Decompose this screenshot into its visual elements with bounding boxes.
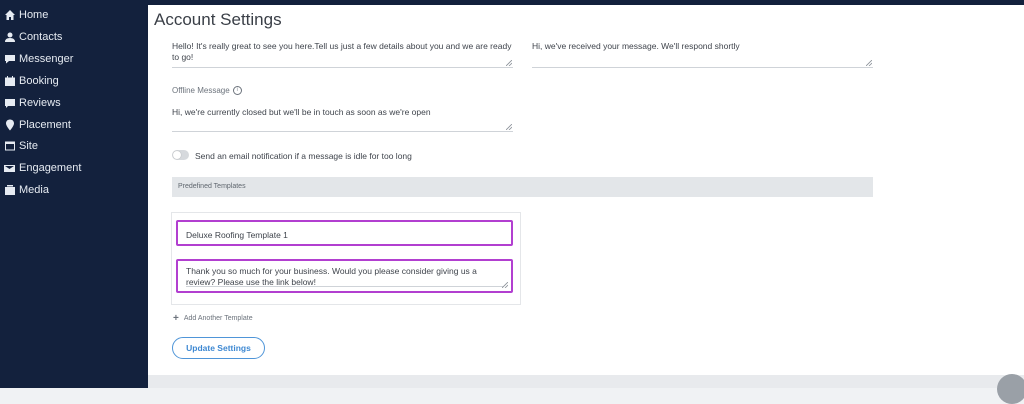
resize-grip-icon[interactable]: [506, 124, 512, 130]
page-header: Account Settings: [148, 5, 1024, 37]
placement-icon: [3, 119, 16, 132]
received-message-field[interactable]: Hi, we've received your message. We'll r…: [532, 41, 873, 68]
sidebar-item-label: Media: [19, 184, 49, 196]
home-icon: [3, 9, 16, 22]
template-body-textarea[interactable]: Thank you so much for your business. Wou…: [176, 259, 513, 293]
info-icon[interactable]: i: [232, 86, 242, 96]
offline-message-field[interactable]: Hi, we're currently closed but we'll be …: [172, 107, 513, 132]
toggle-knob: [173, 151, 181, 159]
site-icon: [3, 140, 16, 153]
template-name-input[interactable]: Deluxe Roofing Template 1: [176, 220, 513, 246]
received-message-text: Hi, we've received your message. We'll r…: [532, 41, 740, 51]
sidebar-item-messenger[interactable]: Messenger: [3, 51, 73, 67]
footer-strip: [148, 375, 1024, 388]
sidebar-item-label: Engagement: [19, 162, 82, 174]
booking-icon: [3, 75, 16, 88]
engagement-icon: [3, 162, 16, 175]
field-underline: [186, 286, 503, 287]
resize-grip-icon[interactable]: [506, 60, 512, 66]
messenger-icon: [3, 53, 16, 66]
sidebar-item-contacts[interactable]: Contacts: [3, 29, 62, 45]
sidebar-item-home[interactable]: Home: [3, 7, 48, 23]
add-template-label: Add Another Template: [183, 315, 253, 322]
template-card: Deluxe Roofing Template 1 Thank you so m…: [171, 212, 521, 305]
sidebar-item-placement[interactable]: Placement: [3, 117, 71, 133]
template-body-text: Thank you so much for your business. Wou…: [186, 266, 477, 287]
offline-message-text: Hi, we're currently closed but we'll be …: [172, 107, 431, 117]
sidebar-item-label: Contacts: [19, 31, 63, 43]
email-notification-toggle[interactable]: [172, 150, 189, 160]
template-name-text: Deluxe Roofing Template 1: [186, 230, 288, 240]
sidebar-item-label: Home: [19, 9, 49, 21]
update-settings-button[interactable]: Update Settings: [172, 337, 265, 359]
offline-message-label: Offline Message i: [172, 86, 242, 96]
sidebar-item-label: Placement: [19, 119, 71, 131]
email-notification-label: Send an email notification if a message …: [195, 151, 412, 161]
predefined-templates-header: Predefined Templates: [172, 177, 873, 197]
sidebar-item-label: Messenger: [19, 53, 74, 65]
settings-panel: Hello! It's really great to see you here…: [148, 37, 1024, 375]
sidebar-item-reviews[interactable]: Reviews: [3, 95, 61, 111]
sidebar: Home Contacts Messenger Booking Reviews …: [0, 0, 148, 388]
resize-grip-icon[interactable]: [866, 60, 872, 66]
sidebar-item-engagement[interactable]: Engagement: [3, 160, 81, 176]
sidebar-item-site[interactable]: Site: [3, 138, 38, 154]
welcome-message-text: Hello! It's really great to see you here…: [172, 41, 512, 62]
plus-icon: +: [173, 313, 179, 324]
sidebar-item-label: Reviews: [19, 97, 61, 109]
sidebar-item-media[interactable]: Media: [3, 182, 49, 198]
page-title: Account Settings: [154, 10, 282, 29]
welcome-message-field[interactable]: Hello! It's really great to see you here…: [172, 41, 513, 68]
resize-grip-icon[interactable]: [502, 282, 508, 288]
media-icon: [3, 184, 16, 197]
section-title: Predefined Templates: [178, 183, 246, 190]
sidebar-item-label: Booking: [19, 75, 59, 87]
scroll-to-top-button[interactable]: [997, 374, 1024, 404]
reviews-icon: [3, 97, 16, 110]
add-template-link[interactable]: + Add Another Template: [173, 313, 253, 324]
sidebar-item-booking[interactable]: Booking: [3, 73, 59, 89]
contacts-icon: [3, 31, 16, 44]
sidebar-item-label: Site: [19, 140, 38, 152]
